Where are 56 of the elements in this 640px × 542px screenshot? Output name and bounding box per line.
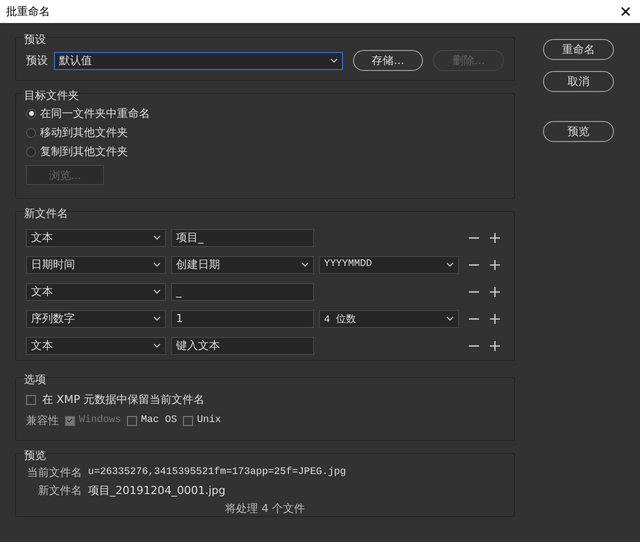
add-button[interactable]: + — [487, 309, 503, 328]
action-button[interactable]: 预览 — [543, 121, 614, 142]
action-button[interactable]: 重命名 — [543, 39, 614, 60]
field-label: 新文件名 — [37, 483, 82, 498]
option-dropdown[interactable]: 创建日期 — [171, 256, 314, 274]
preset-button[interactable]: 存储... — [352, 50, 424, 71]
add-button[interactable]: + — [487, 336, 503, 355]
group-title: 预设 — [24, 33, 47, 46]
new-filename: 项目_20191204_0001.jpg — [88, 483, 226, 498]
add-button[interactable]: + — [487, 228, 503, 247]
summary-text: 将处理 4 个文件 — [225, 501, 305, 516]
checkbox-option[interactable]: Unix — [183, 415, 222, 426]
field-label: 预设 — [26, 53, 48, 68]
window-title: 批重命名 — [6, 4, 50, 19]
text-field[interactable]: _ — [171, 282, 314, 300]
component-dropdown[interactable]: 文本 — [26, 336, 166, 354]
chevron-icon — [153, 343, 161, 348]
chevron-icon — [153, 289, 161, 294]
remove-button[interactable]: − — [466, 336, 482, 355]
text-field[interactable]: 项目_ — [171, 228, 314, 246]
chevron-icon — [153, 262, 161, 267]
group-title: 选项 — [24, 373, 47, 386]
component-dropdown[interactable]: 文本 — [26, 282, 166, 300]
group-title: 预览 — [24, 449, 47, 462]
remove-button[interactable]: − — [466, 228, 482, 247]
add-button[interactable]: + — [487, 255, 503, 274]
format-dropdown[interactable]: YYYYMMDD — [319, 256, 459, 274]
component-dropdown[interactable]: 文本 — [26, 228, 166, 246]
field-label: 兼容性 — [26, 413, 59, 428]
chevron-icon — [446, 316, 454, 321]
remove-button[interactable]: − — [466, 309, 482, 328]
text-field[interactable]: 1 — [171, 310, 314, 328]
component-dropdown[interactable]: 序列数字 — [26, 310, 166, 328]
group-title: 目标文件夹 — [24, 89, 80, 102]
remove-button[interactable]: − — [466, 255, 482, 274]
chevron-icon — [330, 58, 338, 63]
chevron-icon — [153, 235, 161, 240]
preset-dropdown[interactable]: 默认值 — [54, 52, 343, 70]
add-button[interactable]: + — [487, 282, 503, 301]
radio-option[interactable]: 移动到其他文件夹 — [26, 125, 504, 140]
format-dropdown[interactable]: 4 位数 — [319, 310, 459, 328]
close-button[interactable]: ✕ — [619, 2, 632, 20]
remove-button[interactable]: − — [466, 282, 482, 301]
radio-option[interactable]: 在同一文件夹中重命名 — [26, 106, 504, 121]
field-label: 当前文件名 — [26, 465, 82, 480]
chevron-icon — [446, 262, 454, 267]
radio-option[interactable]: 复制到其他文件夹 — [26, 144, 504, 159]
component-dropdown[interactable]: 日期时间 — [26, 256, 166, 274]
chevron-icon — [301, 262, 309, 267]
checkbox-option[interactable]: 在 XMP 元数据中保留当前文件名 — [26, 392, 504, 407]
current-filename: u=26335276,3415395521fm=173app=25f=JPEG.jpg — [88, 467, 346, 478]
chevron-icon — [153, 316, 161, 321]
group-title: 新文件名 — [24, 207, 69, 220]
checkbox-option[interactable]: Mac OS — [127, 415, 178, 426]
action-button[interactable]: 取消 — [543, 71, 614, 92]
text-field[interactable]: 键入文本 — [171, 336, 314, 354]
